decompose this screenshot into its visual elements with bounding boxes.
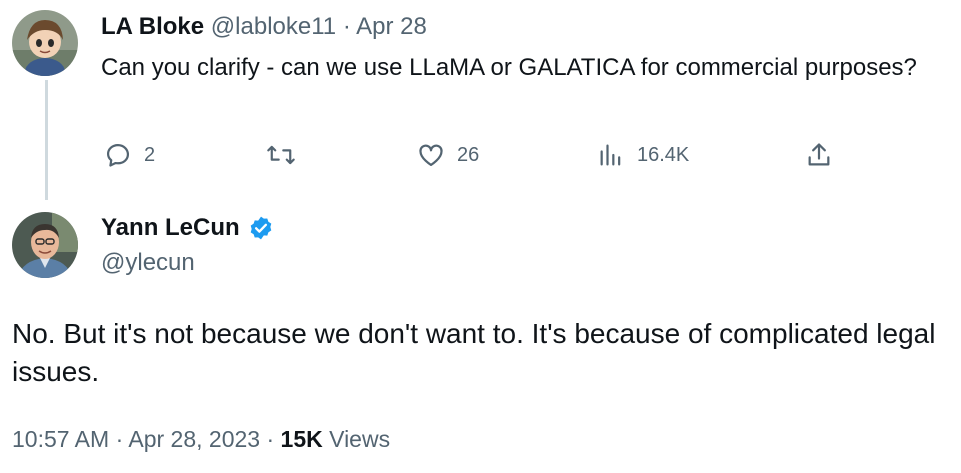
verified-badge-icon <box>248 215 274 241</box>
avatar-labloke[interactable] <box>12 10 78 76</box>
reply-tweet-header: LA Bloke @labloke11 · Apr 28 <box>101 13 427 41</box>
tweet-action-bar: 2 26 16.4K <box>0 137 961 173</box>
views-count[interactable]: 15K <box>281 426 323 452</box>
share-button[interactable] <box>805 137 833 173</box>
reply-tweet-text: Can you clarify - can we use LLaMA or GA… <box>101 54 917 81</box>
author-handle[interactable]: @ylecun <box>101 247 195 279</box>
author-name[interactable]: Yann LeCun <box>101 212 240 244</box>
share-icon <box>805 141 833 169</box>
heart-icon <box>417 141 445 169</box>
author-handle[interactable]: @labloke11 <box>211 13 336 40</box>
view-count: 16.4K <box>637 143 690 166</box>
retweet-button[interactable] <box>266 137 308 173</box>
avatar-ylecun[interactable] <box>12 212 78 278</box>
tweet-time[interactable]: 10:57 AM <box>12 426 109 452</box>
author-name[interactable]: LA Bloke <box>101 13 204 40</box>
reply-icon <box>104 141 132 169</box>
separator-dot: · <box>115 426 124 452</box>
views-button[interactable]: 16.4K <box>597 137 689 173</box>
tweet-date[interactable]: Apr 28 <box>356 13 427 40</box>
separator-dot: · <box>342 13 351 40</box>
main-tweet-text: No. But it's not because we don't want t… <box>12 318 936 387</box>
main-tweet-author: Yann LeCun <box>101 212 274 244</box>
reply-count: 2 <box>144 143 156 166</box>
tweet-metadata: 10:57 AM · Apr 28, 2023 · 15K Views <box>12 423 390 455</box>
separator-dot: · <box>266 426 275 452</box>
views-icon <box>597 141 625 169</box>
reply-button[interactable]: 2 <box>104 137 155 173</box>
views-label: Views <box>329 426 391 452</box>
like-button[interactable]: 26 <box>417 137 479 173</box>
like-count: 26 <box>457 143 480 166</box>
retweet-icon <box>266 141 296 169</box>
tweet-date[interactable]: Apr 28, 2023 <box>128 426 260 452</box>
